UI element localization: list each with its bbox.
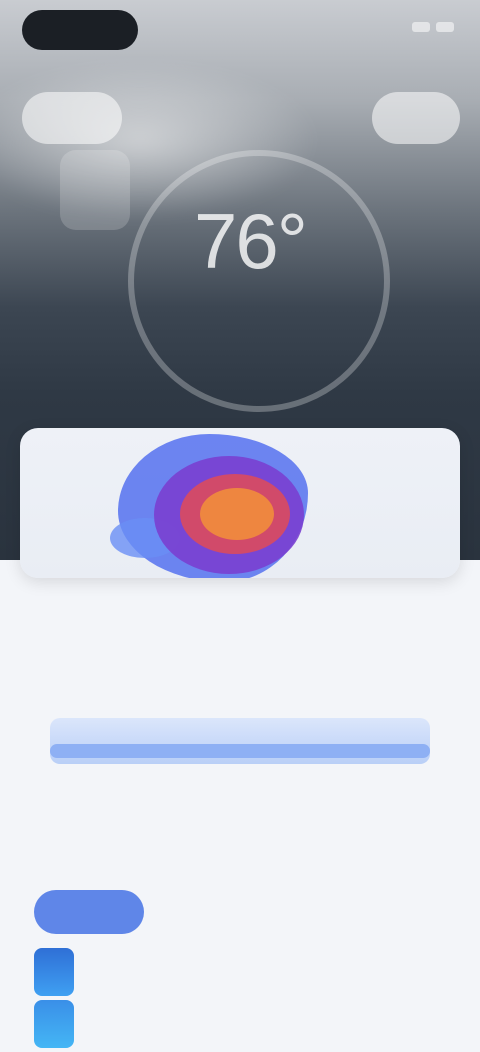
list-item[interactable] bbox=[34, 996, 454, 1052]
radar-map-card[interactable] bbox=[20, 428, 460, 578]
location-button[interactable] bbox=[22, 92, 122, 144]
status-icons bbox=[412, 22, 454, 32]
list-item-thumbnail bbox=[34, 948, 74, 996]
signal-icon bbox=[412, 22, 430, 32]
radar-precip-core bbox=[200, 488, 274, 540]
tab-1[interactable] bbox=[34, 890, 144, 934]
forecast-chart bbox=[36, 690, 444, 790]
chart-trend-line bbox=[50, 744, 430, 758]
tab-2[interactable] bbox=[162, 902, 282, 922]
battery-icon bbox=[436, 22, 454, 32]
status-bar-pill bbox=[22, 10, 138, 50]
current-temperature: 76° bbox=[194, 197, 308, 285]
settings-button[interactable] bbox=[372, 92, 460, 144]
tab-4[interactable] bbox=[378, 902, 418, 922]
tab-3[interactable] bbox=[300, 902, 360, 922]
filter-tabs bbox=[34, 890, 474, 934]
list-item-thumbnail bbox=[34, 1000, 74, 1048]
weather-glyph-icon bbox=[60, 150, 130, 230]
list-item[interactable] bbox=[34, 944, 454, 1000]
